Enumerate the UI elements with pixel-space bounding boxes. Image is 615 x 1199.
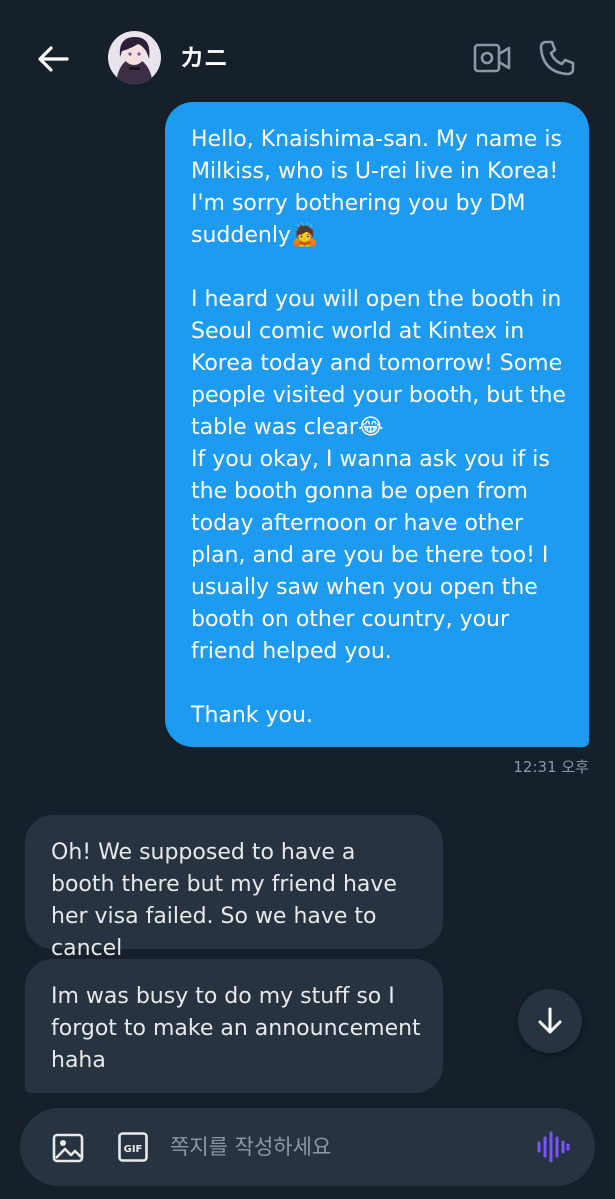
video-camera-icon xyxy=(473,43,511,73)
voice-call-button[interactable] xyxy=(537,38,577,78)
svg-text:GIF: GIF xyxy=(124,1144,143,1155)
gif-button[interactable]: GIF xyxy=(118,1132,148,1162)
add-media-button[interactable] xyxy=(52,1132,84,1164)
contact-name[interactable]: カニ xyxy=(180,42,228,74)
message-timestamp: 12:31 오후 xyxy=(513,758,589,776)
arrow-down-icon xyxy=(538,1007,562,1034)
avatar[interactable] xyxy=(108,31,161,84)
conversation-header: カニ xyxy=(0,0,615,118)
incoming-message-bubble[interactable]: Im was busy to do my stuff so I forgot t… xyxy=(25,959,443,1093)
voice-message-button[interactable] xyxy=(536,1130,570,1164)
incoming-message-bubble[interactable]: Oh! We supposed to have a booth there bu… xyxy=(25,815,443,961)
phone-icon xyxy=(539,40,575,76)
avatar-image xyxy=(108,31,161,84)
voice-wave-icon xyxy=(537,1131,570,1163)
message-input[interactable] xyxy=(170,1128,530,1166)
image-icon xyxy=(52,1133,84,1163)
gif-icon: GIF xyxy=(118,1132,148,1162)
arrow-left-icon xyxy=(38,46,69,72)
video-call-button[interactable] xyxy=(472,40,512,76)
outgoing-message-bubble[interactable]: Hello, Knaishima-san. My name is Milkiss… xyxy=(165,102,589,747)
message-composer: GIF xyxy=(20,1108,595,1186)
scroll-to-bottom-button[interactable] xyxy=(518,989,582,1053)
back-button[interactable] xyxy=(34,40,72,78)
